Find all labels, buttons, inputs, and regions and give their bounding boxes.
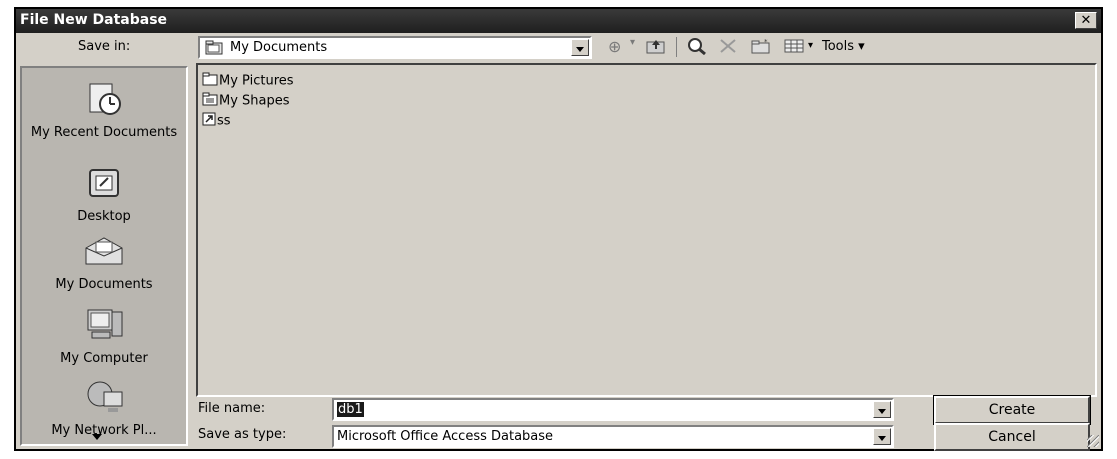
save-in-label: Save in: — [78, 39, 131, 54]
back-dropdown-icon[interactable]: ▾ — [630, 37, 635, 48]
new-folder-icon[interactable]: * — [750, 38, 772, 58]
places-bar: My Recent Documents Desktop My Documents… — [20, 66, 188, 446]
list-item-my-pictures[interactable]: My Pictures — [202, 72, 294, 90]
place-label: My Computer — [60, 351, 148, 366]
my-computer-icon — [22, 308, 186, 347]
chevron-down-icon[interactable] — [873, 428, 891, 445]
chevron-down-icon[interactable] — [873, 401, 891, 418]
shortcut-icon — [202, 112, 216, 130]
place-label: My Network Pl... — [51, 423, 157, 438]
save-as-type-value: Microsoft Office Access Database — [337, 429, 554, 444]
delete-icon[interactable] — [719, 38, 737, 58]
place-my-network-places[interactable]: My Network Pl... — [22, 380, 186, 439]
search-icon[interactable] — [687, 37, 707, 59]
back-icon[interactable]: ⊕ — [608, 37, 621, 56]
folder-icon — [205, 40, 223, 59]
recent-documents-icon — [22, 82, 186, 121]
list-item-ss[interactable]: ss — [202, 112, 231, 130]
file-name-label: File name: — [198, 401, 266, 416]
file-name: ss — [217, 113, 231, 129]
close-button[interactable]: ✕ — [1075, 12, 1097, 29]
list-item-my-shapes[interactable]: My Shapes — [202, 92, 290, 110]
place-my-documents[interactable]: My Documents — [22, 234, 186, 293]
chevron-down-icon[interactable] — [571, 39, 589, 56]
place-label: My Recent Documents — [30, 125, 178, 140]
file-list[interactable]: My Pictures My Shapes ss — [196, 63, 1097, 397]
place-my-recent-documents[interactable]: My Recent Documents — [22, 82, 186, 141]
save-in-dropdown[interactable]: My Documents — [198, 36, 592, 59]
svg-text:*: * — [764, 38, 768, 46]
create-button[interactable]: Create — [933, 395, 1091, 425]
desktop-icon — [22, 168, 186, 205]
my-documents-icon — [22, 234, 186, 273]
views-dropdown-icon[interactable]: ▾ — [808, 40, 813, 51]
save-in-value: My Documents — [230, 40, 328, 55]
place-desktop[interactable]: Desktop — [22, 168, 186, 225]
place-label: Desktop — [77, 209, 131, 224]
file-name-value: db1 — [337, 402, 364, 417]
title-bar[interactable]: File New Database ✕ — [16, 9, 1101, 33]
cancel-button[interactable]: Cancel — [934, 423, 1090, 451]
file-name: My Shapes — [219, 93, 290, 109]
places-scroll-down-icon[interactable] — [92, 434, 102, 440]
file-name-input[interactable]: db1 — [332, 398, 894, 421]
save-as-type-dropdown[interactable]: Microsoft Office Access Database — [332, 425, 894, 448]
resize-grip-icon[interactable] — [1087, 435, 1099, 447]
toolbar-separator — [676, 37, 677, 57]
file-name-selected-text: db1 — [337, 402, 364, 417]
folder-icon — [202, 92, 218, 110]
place-label: My Documents — [55, 277, 153, 292]
file-name: My Pictures — [219, 73, 294, 89]
network-places-icon — [22, 380, 186, 419]
views-icon[interactable] — [784, 38, 804, 58]
folder-icon — [202, 72, 218, 90]
tools-menu[interactable]: Tools ▾ — [822, 39, 865, 54]
up-one-level-icon[interactable] — [646, 38, 666, 58]
dialog-title: File New Database — [20, 12, 168, 28]
place-my-computer[interactable]: My Computer — [22, 308, 186, 367]
file-new-database-dialog: File New Database ✕ Save in: My Document… — [14, 7, 1103, 451]
save-as-type-label: Save as type: — [198, 427, 287, 442]
